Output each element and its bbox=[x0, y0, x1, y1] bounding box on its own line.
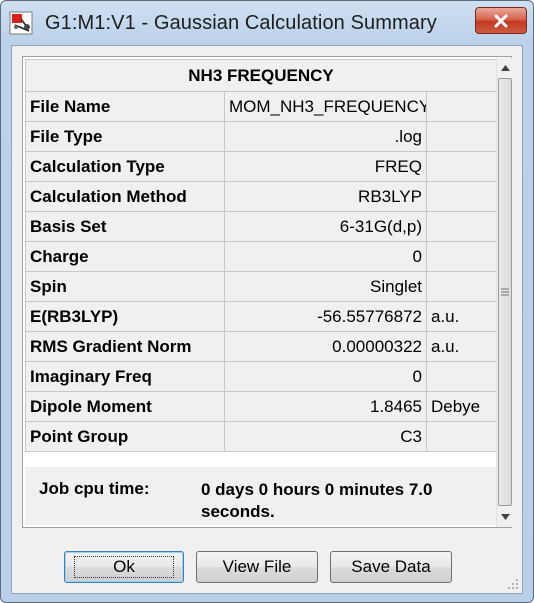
scroll-grip-icon bbox=[501, 288, 509, 296]
row-unit bbox=[425, 271, 498, 302]
summary-scroll-panel[interactable]: NH3 FREQUENCY File Name MOM_NH3_FREQUENC… bbox=[22, 56, 513, 528]
row-unit bbox=[425, 361, 498, 392]
row-unit bbox=[425, 151, 498, 182]
row-label: File Type bbox=[25, 121, 225, 152]
row-value: .log bbox=[224, 121, 427, 152]
row-value: RB3LYP bbox=[224, 181, 427, 212]
row-label: Calculation Type bbox=[25, 151, 225, 182]
table-row: RMS Gradient Norm 0.00000322 a.u. bbox=[25, 331, 498, 362]
row-value: 1.8465 bbox=[224, 391, 427, 422]
table-row: File Type .log bbox=[25, 121, 498, 152]
row-unit bbox=[425, 211, 498, 242]
ok-button-label: Ok bbox=[74, 556, 174, 578]
window-title: G1:M1:V1 - Gaussian Calculation Summary bbox=[45, 12, 437, 34]
row-unit bbox=[425, 421, 498, 452]
row-label: Point Group bbox=[25, 421, 225, 452]
gaussian-app-icon bbox=[9, 11, 33, 35]
row-unit: Debye bbox=[425, 391, 498, 422]
row-label: File Name bbox=[25, 91, 225, 122]
row-value: -56.55776872 bbox=[224, 301, 427, 332]
row-label: Basis Set bbox=[25, 211, 225, 242]
scroll-down-arrow-icon bbox=[500, 514, 510, 520]
row-value: C3 bbox=[224, 421, 427, 452]
close-icon bbox=[494, 14, 508, 27]
row-value: MOM_NH3_FREQUENCY bbox=[224, 91, 427, 122]
row-unit bbox=[425, 121, 498, 152]
scroll-thumb[interactable] bbox=[498, 78, 512, 506]
row-label: Dipole Moment bbox=[25, 391, 225, 422]
summary-table: NH3 FREQUENCY File Name MOM_NH3_FREQUENC… bbox=[24, 59, 498, 452]
scroll-up-arrow-icon bbox=[500, 65, 510, 71]
row-value: 0 bbox=[224, 361, 427, 392]
row-value: Singlet bbox=[224, 271, 427, 302]
close-button[interactable] bbox=[475, 7, 527, 34]
table-row: Calculation Method RB3LYP bbox=[25, 181, 498, 212]
row-unit: a.u. bbox=[425, 331, 498, 362]
table-row: Charge 0 bbox=[25, 241, 498, 272]
dialog-client-area: NH3 FREQUENCY File Name MOM_NH3_FREQUENC… bbox=[11, 45, 523, 594]
table-row: Imaginary Freq 0 bbox=[25, 361, 498, 392]
table-row: Spin Singlet bbox=[25, 271, 498, 302]
table-row: Calculation Type FREQ bbox=[25, 151, 498, 182]
ok-button[interactable]: Ok bbox=[64, 551, 184, 583]
save-data-button[interactable]: Save Data bbox=[330, 551, 452, 583]
vertical-scrollbar[interactable] bbox=[496, 58, 513, 527]
cpu-time-label: Job cpu time: bbox=[39, 479, 150, 498]
row-unit bbox=[425, 241, 498, 272]
row-label: Charge bbox=[25, 241, 225, 272]
row-value: 0 bbox=[224, 241, 427, 272]
table-row: Dipole Moment 1.8465 Debye bbox=[25, 391, 498, 422]
row-label: Calculation Method bbox=[25, 181, 225, 212]
row-unit bbox=[425, 91, 498, 122]
scroll-down-button[interactable] bbox=[497, 509, 513, 525]
row-label: E(RB3LYP) bbox=[25, 301, 225, 332]
summary-title: NH3 FREQUENCY bbox=[24, 59, 498, 92]
row-label: RMS Gradient Norm bbox=[25, 331, 225, 362]
row-value: 0.00000322 bbox=[224, 331, 427, 362]
title-bar[interactable]: G1:M1:V1 - Gaussian Calculation Summary bbox=[1, 1, 533, 45]
table-header-row: NH3 FREQUENCY bbox=[24, 59, 498, 92]
view-file-button[interactable]: View File bbox=[196, 551, 318, 583]
row-label: Imaginary Freq bbox=[25, 361, 225, 392]
row-value: 6-31G(d,p) bbox=[224, 211, 427, 242]
table-row: Basis Set 6-31G(d,p) bbox=[25, 211, 498, 242]
row-value: FREQ bbox=[224, 151, 427, 182]
table-row: File Name MOM_NH3_FREQUENCY bbox=[25, 91, 498, 122]
table-row: Point Group C3 bbox=[25, 421, 498, 452]
scroll-up-button[interactable] bbox=[497, 60, 513, 76]
cpu-time-value: 0 days 0 hours 0 minutes 7.0 seconds. bbox=[201, 480, 433, 521]
row-label: Spin bbox=[25, 271, 225, 302]
row-unit bbox=[425, 181, 498, 212]
resize-grip-icon[interactable] bbox=[505, 576, 519, 590]
cpu-time-row: Job cpu time: 0 days 0 hours 0 minutes 7… bbox=[25, 467, 496, 525]
row-unit: a.u. bbox=[425, 301, 498, 332]
summary-window: G1:M1:V1 - Gaussian Calculation Summary … bbox=[0, 0, 534, 603]
table-row: E(RB3LYP) -56.55776872 a.u. bbox=[25, 301, 498, 332]
